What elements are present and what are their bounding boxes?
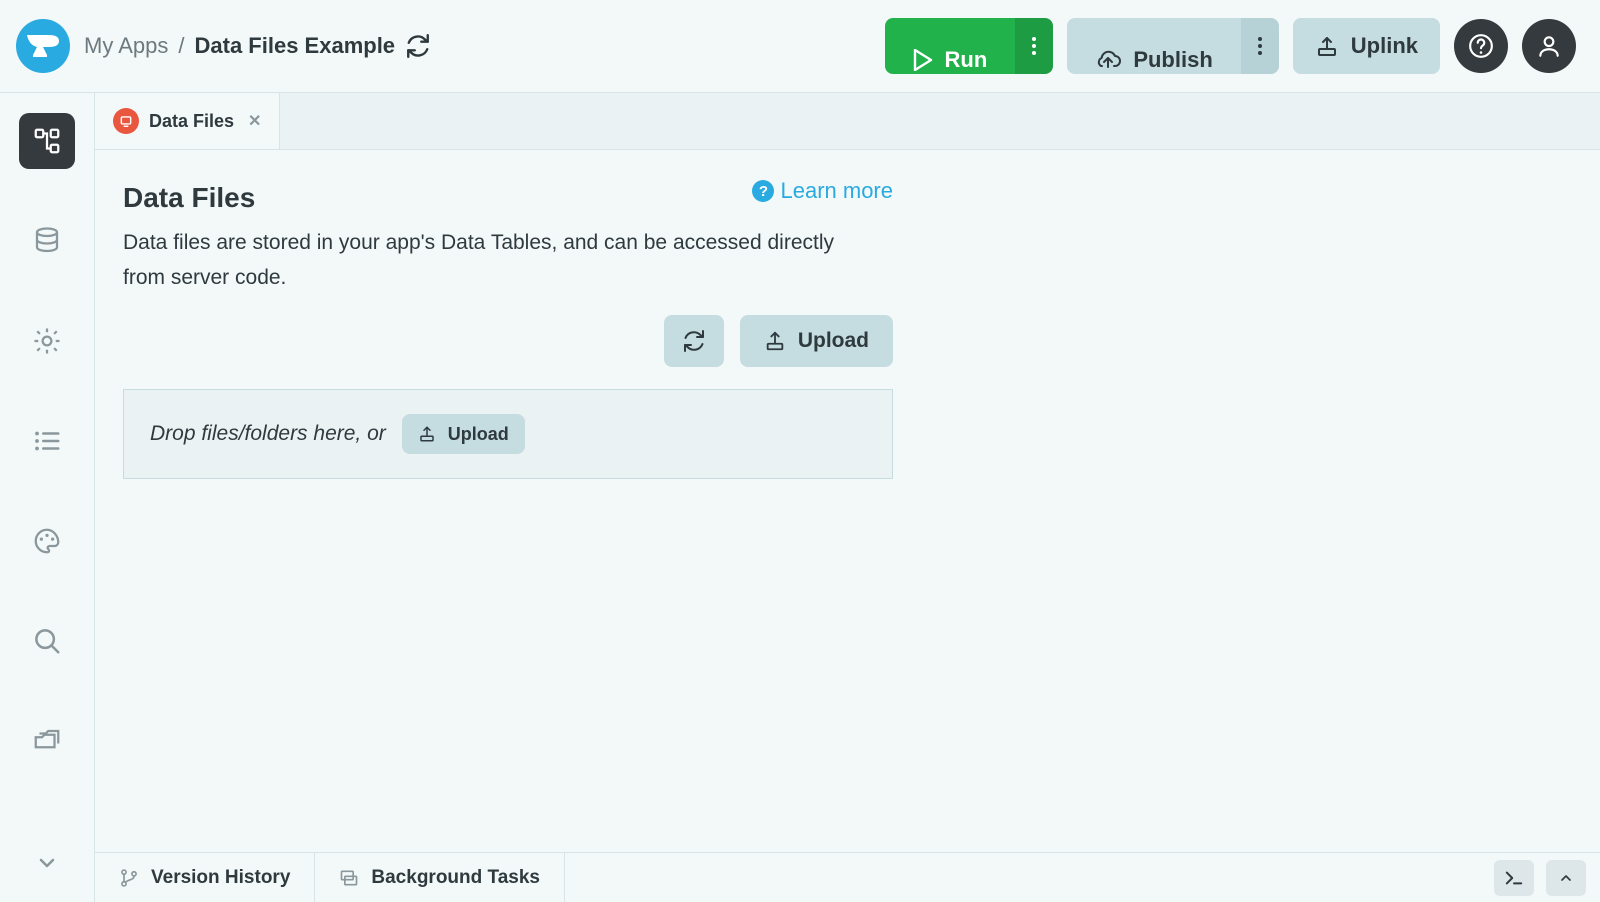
panel-description: Data files are stored in your app's Data… bbox=[123, 226, 853, 295]
sidebar-item-settings[interactable] bbox=[19, 313, 75, 369]
tab-label: Data Files bbox=[149, 111, 234, 132]
breadcrumb-root[interactable]: My Apps bbox=[84, 33, 168, 59]
dropzone[interactable]: Drop files/folders here, or Upload bbox=[123, 389, 893, 479]
console-button[interactable] bbox=[1494, 860, 1534, 896]
chevron-up-icon bbox=[1556, 870, 1576, 886]
anvil-logo[interactable] bbox=[16, 19, 70, 73]
tab-bar: Data Files ✕ bbox=[95, 93, 1600, 150]
sidebar-item-search[interactable] bbox=[19, 613, 75, 669]
breadcrumb-current: Data Files Example bbox=[195, 33, 396, 59]
folders-icon bbox=[32, 726, 62, 756]
background-tasks-label: Background Tasks bbox=[371, 867, 540, 889]
more-vertical-icon bbox=[1257, 36, 1263, 56]
bottom-tab-background-tasks[interactable]: Background Tasks bbox=[315, 853, 565, 902]
learn-more-label: Learn more bbox=[780, 178, 893, 204]
sidebar-collapse[interactable] bbox=[19, 835, 75, 891]
palette-icon bbox=[32, 526, 62, 556]
sidebar-item-logs[interactable] bbox=[19, 413, 75, 469]
dropzone-upload-label: Upload bbox=[448, 424, 509, 445]
refresh-button[interactable] bbox=[664, 315, 724, 367]
upload-icon bbox=[764, 330, 786, 352]
gear-icon bbox=[32, 326, 62, 356]
bottom-tab-version-history[interactable]: Version History bbox=[95, 853, 315, 902]
tree-icon bbox=[32, 126, 62, 156]
anvil-icon bbox=[27, 35, 59, 57]
uplink-label: Uplink bbox=[1351, 33, 1418, 59]
panel-toolbar: Upload bbox=[123, 315, 893, 367]
sidebar-item-database[interactable] bbox=[19, 213, 75, 269]
bottom-bar: Version History Background Tasks bbox=[95, 852, 1600, 902]
close-icon[interactable]: ✕ bbox=[248, 111, 261, 131]
terminal-icon bbox=[1503, 869, 1525, 887]
chevron-down-icon bbox=[35, 851, 59, 875]
run-button-group: Run bbox=[885, 18, 1054, 74]
sync-icon[interactable] bbox=[405, 33, 431, 59]
top-bar: My Apps / Data Files Example Run Publish bbox=[0, 0, 1600, 93]
list-icon bbox=[32, 426, 62, 456]
upload-label: Upload bbox=[798, 329, 869, 353]
dropzone-hint: Drop files/folders here, or bbox=[150, 422, 386, 446]
sidebar-item-folders[interactable] bbox=[19, 713, 75, 769]
upload-button[interactable]: Upload bbox=[740, 315, 893, 367]
content: Data Files ✕ Data Files ? Learn more Dat… bbox=[95, 93, 1600, 902]
refresh-icon bbox=[682, 329, 706, 353]
git-branch-icon bbox=[119, 868, 139, 888]
database-icon bbox=[32, 226, 62, 256]
breadcrumb-separator: / bbox=[178, 33, 184, 59]
uplink-button[interactable]: Uplink bbox=[1293, 18, 1440, 74]
tab-data-files[interactable]: Data Files ✕ bbox=[95, 93, 280, 149]
data-files-tab-icon bbox=[113, 108, 139, 134]
layers-icon bbox=[339, 868, 359, 888]
account-button[interactable] bbox=[1522, 19, 1576, 73]
data-files-panel: Data Files ? Learn more Data files are s… bbox=[123, 178, 893, 479]
help-button[interactable] bbox=[1454, 19, 1508, 73]
learn-more-link[interactable]: ? Learn more bbox=[752, 178, 893, 204]
cloud-upload-icon bbox=[1095, 49, 1121, 71]
body: Data Files ✕ Data Files ? Learn more Dat… bbox=[0, 93, 1600, 902]
help-icon bbox=[1468, 33, 1494, 59]
user-icon bbox=[1536, 33, 1562, 59]
question-icon: ? bbox=[752, 180, 774, 202]
sidebar-item-app-browser[interactable] bbox=[19, 113, 75, 169]
sidebar bbox=[0, 93, 95, 902]
panel-title: Data Files bbox=[123, 182, 255, 214]
search-icon bbox=[32, 626, 62, 656]
more-vertical-icon bbox=[1031, 36, 1037, 56]
run-label: Run bbox=[945, 47, 988, 73]
play-icon bbox=[913, 49, 933, 71]
uplink-icon bbox=[1315, 35, 1339, 57]
breadcrumb: My Apps / Data Files Example bbox=[84, 33, 431, 59]
dropzone-upload-button[interactable]: Upload bbox=[402, 414, 525, 454]
run-button[interactable]: Run bbox=[885, 18, 1016, 74]
publish-button-group: Publish bbox=[1067, 18, 1278, 74]
sidebar-item-theme[interactable] bbox=[19, 513, 75, 569]
publish-more-button[interactable] bbox=[1241, 18, 1279, 74]
expand-button[interactable] bbox=[1546, 860, 1586, 896]
version-history-label: Version History bbox=[151, 867, 290, 889]
run-more-button[interactable] bbox=[1015, 18, 1053, 74]
main-panel: Data Files ? Learn more Data files are s… bbox=[95, 150, 1600, 902]
publish-button[interactable]: Publish bbox=[1067, 18, 1240, 74]
publish-label: Publish bbox=[1133, 47, 1212, 73]
upload-icon bbox=[418, 425, 436, 443]
